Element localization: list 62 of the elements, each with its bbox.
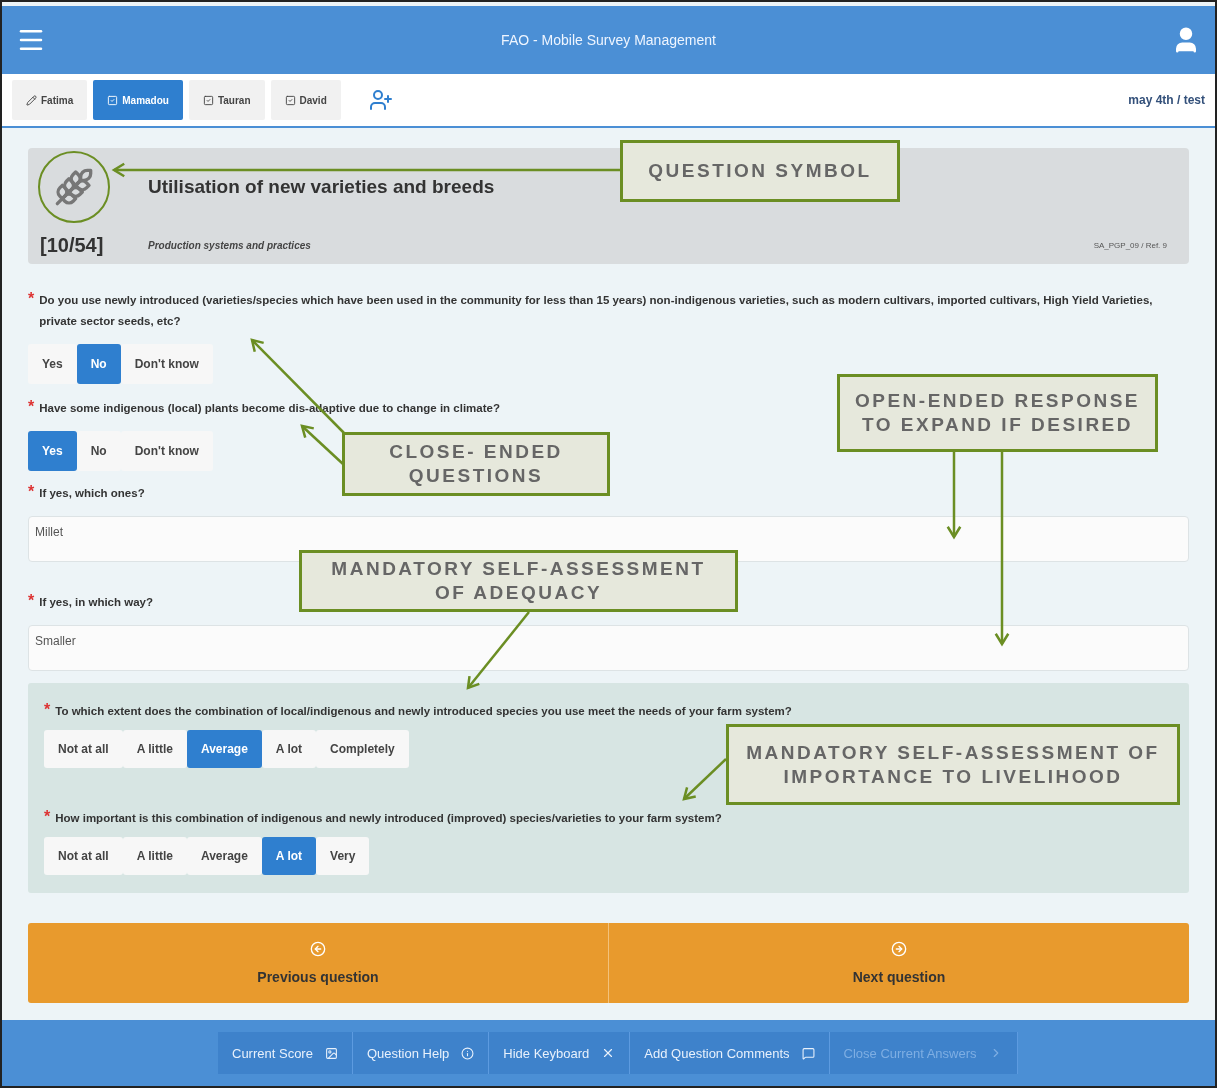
session-label: may 4th / test — [1128, 93, 1205, 107]
arrow-left-icon — [310, 941, 326, 957]
callout-arrow — [682, 758, 727, 801]
required-mark: * — [28, 592, 35, 610]
option-button[interactable]: Completely — [316, 730, 409, 768]
question-category: Production systems and practices — [148, 239, 312, 251]
required-mark: * — [44, 808, 51, 826]
toolbar-button[interactable]: Hide Keyboard — [489, 1032, 631, 1074]
annotation-callout: OPEN-ENDED RESPONSE TO EXPAND IF DESIRED — [837, 374, 1158, 452]
image-icon — [324, 1046, 338, 1060]
user-tab[interactable]: Fatima — [12, 80, 88, 120]
option-button[interactable]: Don't know — [120, 344, 213, 384]
option-button[interactable]: Average — [186, 837, 262, 875]
arrow-right-icon — [891, 941, 907, 957]
question-text: If yes, which ones? — [39, 486, 145, 501]
add-user-icon[interactable] — [368, 88, 393, 112]
option-button[interactable]: Yes — [28, 431, 77, 471]
question-text: How important is this combination of indigenous and newly introduced (improved) species/varieties to your farm system? — [55, 811, 722, 826]
checkbox-icon — [202, 94, 214, 106]
previous-button[interactable]: Previous question — [28, 923, 608, 1003]
question-counter: [10/54] — [39, 233, 105, 257]
comment-icon — [801, 1046, 815, 1060]
toolbar-button[interactable]: Add Question Comments — [630, 1032, 830, 1074]
question-title: Utilisation of new varieties and breeds — [148, 176, 496, 198]
checkbox-icon — [107, 94, 119, 106]
option-button[interactable]: Not at all — [44, 837, 123, 875]
answer-field[interactable]: Smaller — [28, 625, 1189, 671]
user-tab[interactable]: David — [270, 80, 341, 120]
option-button[interactable]: A little — [122, 837, 187, 875]
annotation-callout: MANDATORY SELF-ASSESSMENT OF IMPORTANCE TO LIVELIHOOD — [726, 724, 1180, 805]
toolbar-button[interactable]: Question Help — [352, 1032, 490, 1074]
required-mark: * — [44, 701, 51, 719]
app-title: FAO - Mobile Survey Management — [501, 32, 716, 48]
question-text: Do you use newly introduced (varieties/species which have been used in the community for less than 15 years) non-indigenous varieties, such as modern cultivars, imported cultivars, High Yield Varieties, private sector seeds, etc? — [39, 293, 1154, 329]
answer-field[interactable]: Millet — [28, 516, 1189, 562]
user-tab[interactable]: Tauran — [188, 80, 265, 120]
option-button[interactable]: Not at all — [44, 730, 123, 768]
toolbar-button[interactable]: Current Score — [218, 1032, 353, 1074]
option-button[interactable]: A lot — [261, 730, 317, 768]
required-mark: * — [28, 290, 35, 308]
option-button[interactable]: Don't know — [120, 431, 213, 471]
option-button[interactable]: No — [76, 344, 121, 384]
question-text: To which extent does the combination of local/indigenous and newly introduced species you use meet the needs of your farm system? — [55, 704, 792, 719]
question-text: If yes, in which way? — [39, 595, 153, 610]
option-button[interactable]: Average — [186, 730, 262, 768]
option-button[interactable]: A little — [122, 730, 187, 768]
option-button[interactable]: Yes — [28, 344, 77, 384]
pencil-icon — [26, 94, 37, 106]
next-button[interactable]: Next question — [608, 923, 1189, 1003]
option-button[interactable]: A lot — [261, 837, 317, 875]
annotation-callout: CLOSE- ENDED QUESTIONS — [342, 432, 610, 496]
option-button[interactable]: Very — [316, 837, 370, 875]
option-button[interactable]: No — [76, 431, 121, 471]
annotation-callout: QUESTION SYMBOL — [620, 140, 900, 202]
annotation-callout: MANDATORY SELF-ASSESSMENT OF ADEQUACY — [299, 550, 738, 612]
checkbox-icon — [284, 94, 296, 106]
user-tab[interactable]: Mamadou — [93, 80, 183, 120]
question-reference: SA_PGP_09 / Ref. 9 — [1093, 240, 1167, 250]
info-icon — [461, 1046, 475, 1060]
required-mark: * — [28, 398, 35, 416]
required-mark: * — [28, 483, 35, 501]
question-symbol — [38, 151, 110, 223]
